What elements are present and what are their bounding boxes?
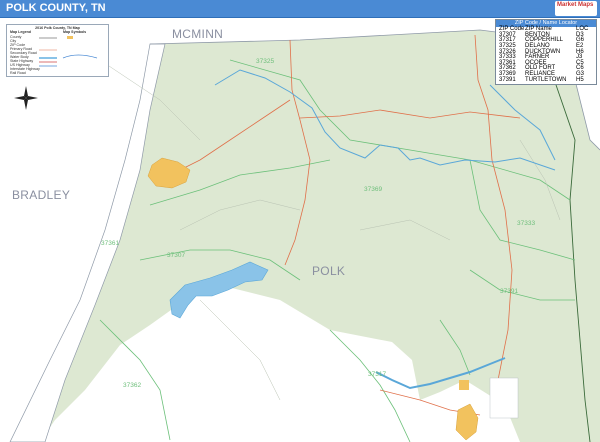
zip-code-cell: 37391 [499,76,516,83]
zip-label-37362: 37362 [123,382,142,389]
zip-label-37307: 37307 [167,252,186,259]
brand-logo: Market Maps [555,1,597,16]
legend-swatches [39,36,98,67]
ducktown-city-area [459,380,469,390]
zip-label-37325: 37325 [256,58,275,65]
brand-text: Market Maps [557,2,594,8]
map-legend: 2016 Polk County, TN Map Map Legend Map … [6,24,109,77]
header-bar: POLK COUNTY, TN Market Maps [0,0,600,18]
county-label-polk: POLK [312,264,346,278]
zip-label-37391: 37391 [500,288,519,295]
zip-code-locator-table: ZIP Code / Name Locator ZIP Code ZIP Nam… [495,19,597,85]
table-row: 37391 TURTLETOWN H5 [496,76,596,84]
compass-rose-icon [14,86,38,110]
turtletown-city-area [489,377,519,419]
zip-name-cell: TURTLETOWN [525,76,567,83]
legend-row: Rail Road [10,71,26,75]
zip-label-37361: 37361 [101,240,120,247]
legend-col-head-1: Map Legend [10,30,31,34]
map-title: POLK COUNTY, TN [6,2,106,14]
county-label-mcminn: MCMINN [172,27,224,41]
zip-label-37369: 37369 [364,186,383,193]
zip-label-37317: 37317 [368,371,387,378]
zip-loc-cell: H5 [576,76,584,83]
zip-label-37333: 37333 [517,220,536,227]
county-label-bradley: BRADLEY [12,188,71,202]
